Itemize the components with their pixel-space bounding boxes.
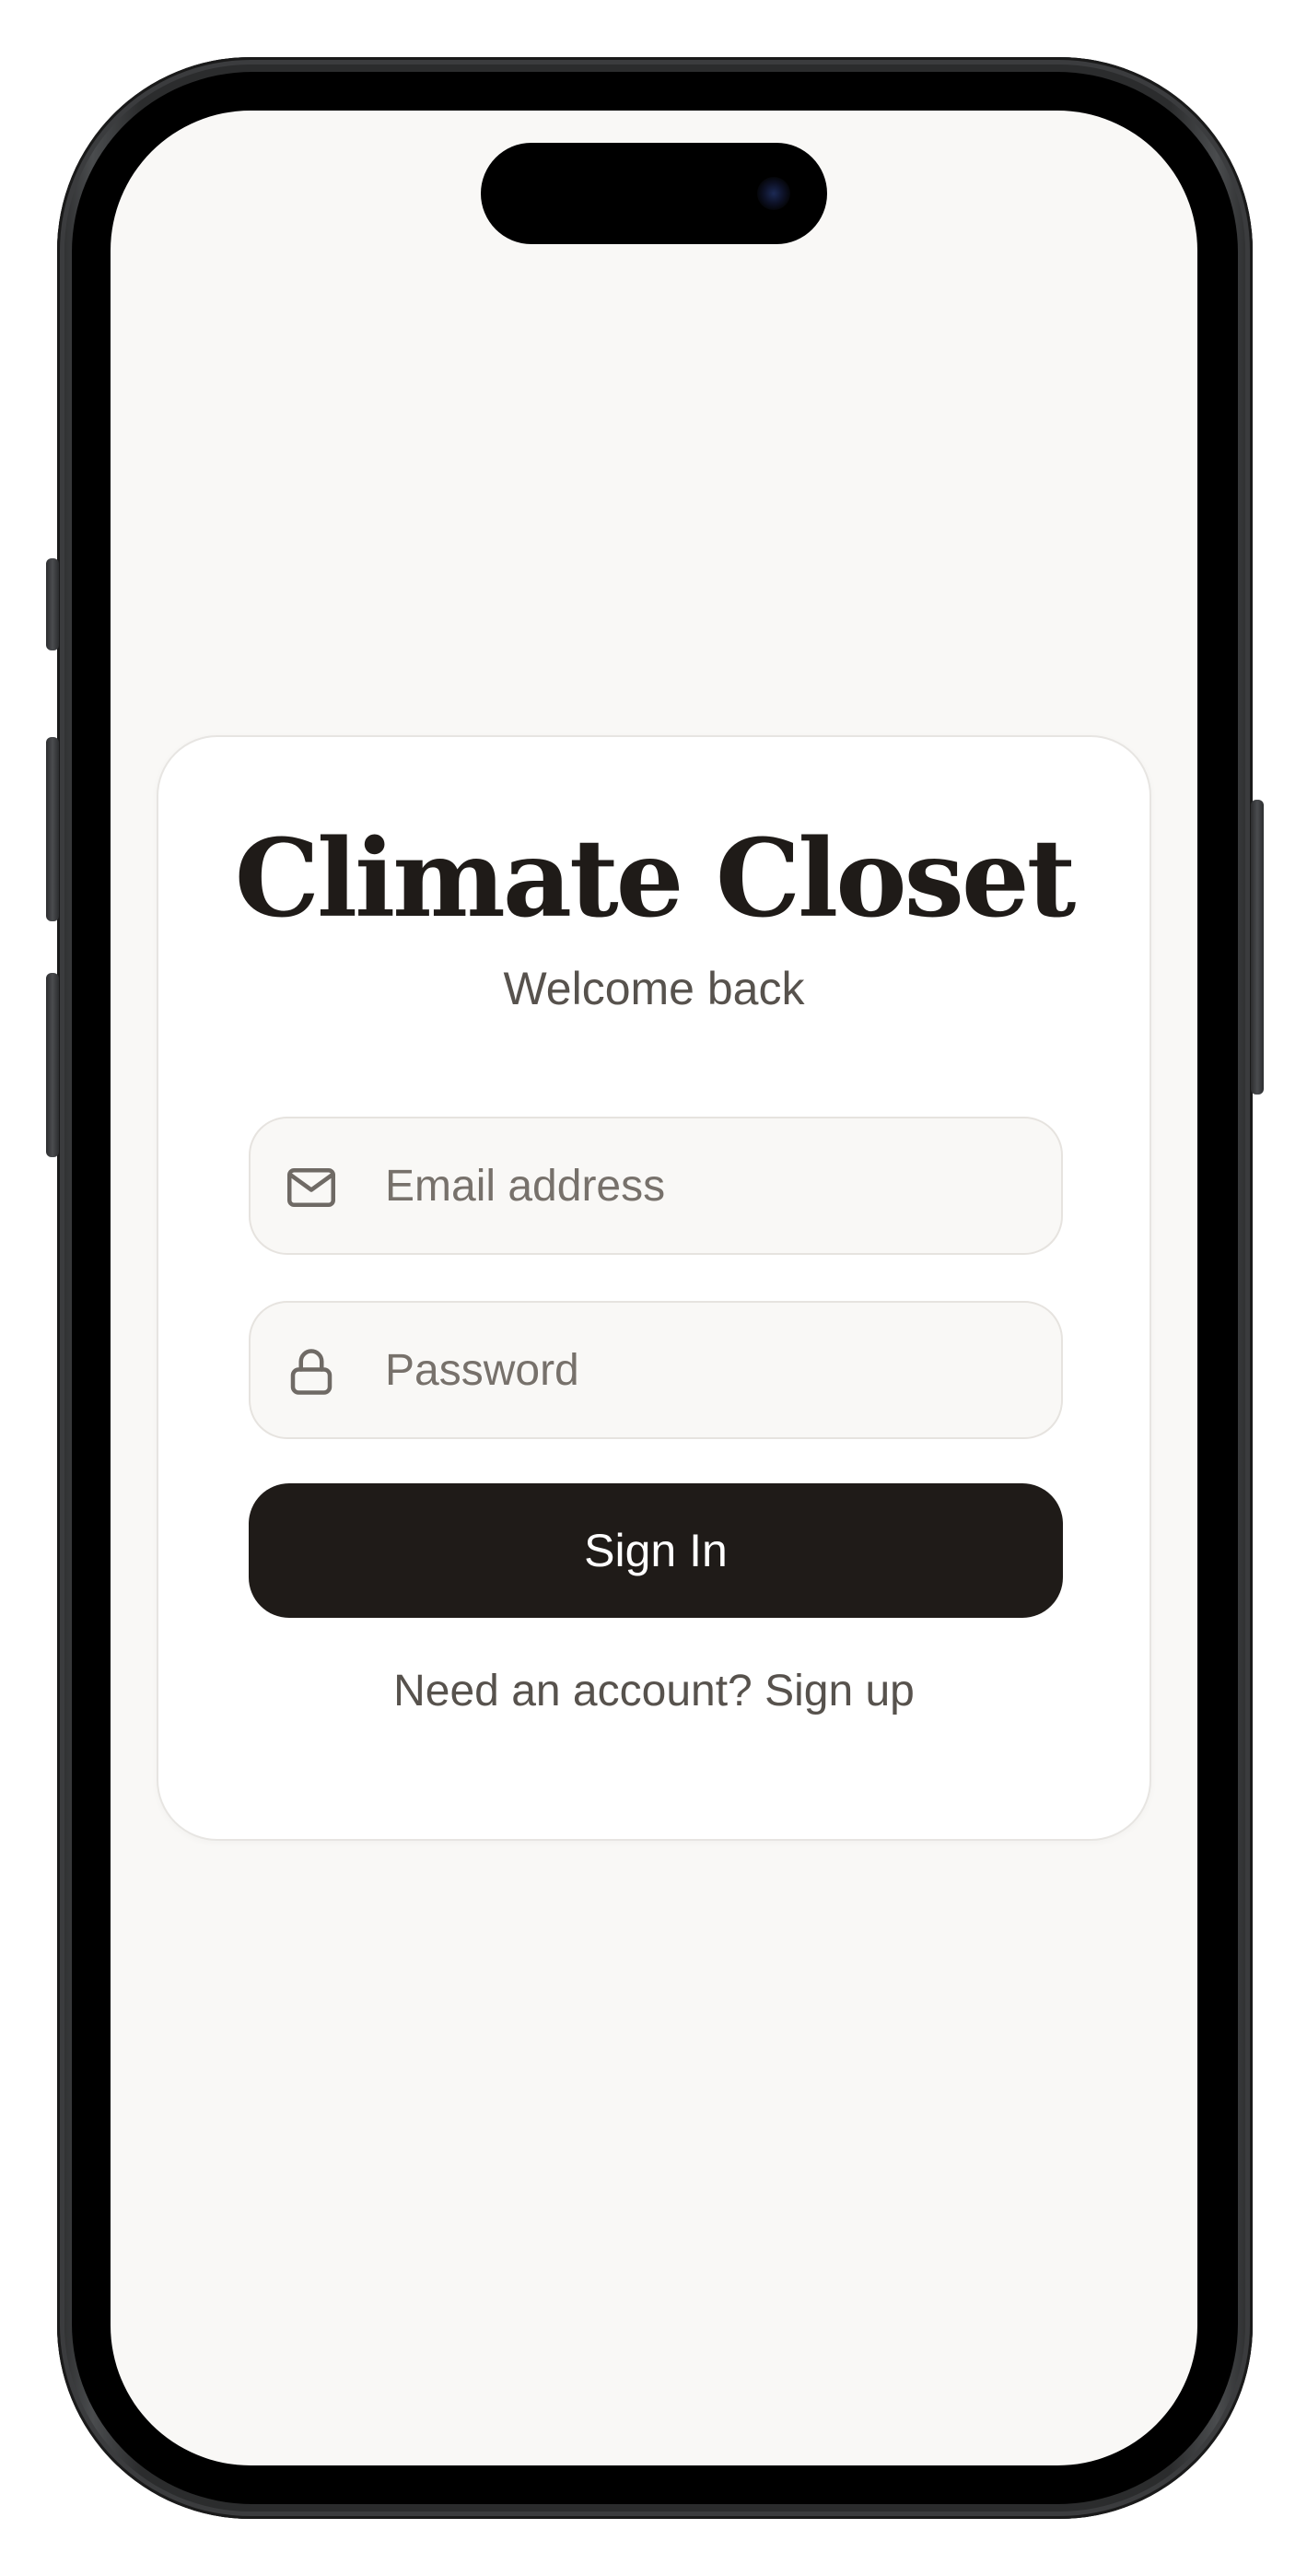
welcome-subtitle: Welcome back — [503, 963, 805, 1014]
email-input[interactable] — [385, 1118, 1030, 1253]
app-screen: Climate Closet Welcome back Sign In — [111, 111, 1197, 2465]
action-button — [46, 558, 59, 650]
password-input[interactable] — [385, 1303, 1030, 1437]
email-field[interactable] — [249, 1117, 1063, 1255]
sign-in-button[interactable]: Sign In — [249, 1483, 1063, 1618]
mail-icon — [284, 1160, 339, 1215]
volume-up-button — [46, 737, 59, 921]
dynamic-island — [481, 143, 827, 244]
sign-up-link[interactable]: Sign up — [764, 1667, 915, 1715]
camera-icon — [757, 177, 790, 210]
signup-prompt-text: Need an account? — [393, 1667, 753, 1715]
volume-down-button — [46, 973, 59, 1157]
lock-icon — [284, 1344, 339, 1399]
password-field[interactable] — [249, 1301, 1063, 1439]
signup-prompt: Need an account? Sign up — [158, 1669, 1149, 1714]
power-button — [1251, 800, 1264, 1095]
app-title: Climate Closet — [234, 816, 1077, 942]
sign-in-card: Climate Closet Welcome back Sign In — [157, 735, 1151, 1841]
